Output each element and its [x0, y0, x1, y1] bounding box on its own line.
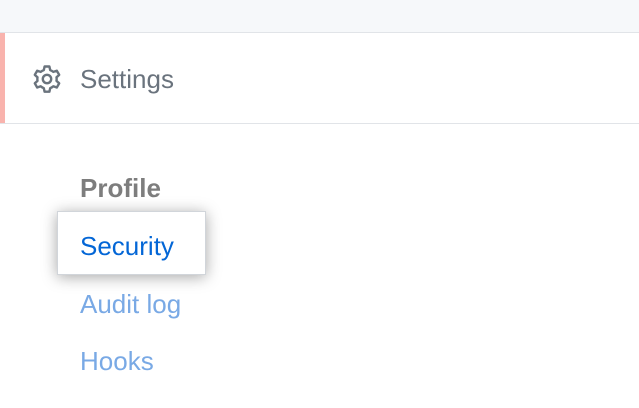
settings-nav: Profile Security Audit log Hooks	[0, 124, 639, 408]
top-strip	[0, 0, 639, 33]
settings-header: Settings	[0, 33, 639, 124]
page-title: Settings	[80, 64, 174, 94]
nav-item-audit-log[interactable]: Audit log	[80, 288, 181, 320]
nav-item-hooks[interactable]: Hooks	[80, 345, 154, 377]
gear-icon	[31, 63, 63, 95]
accent-bar	[0, 33, 5, 123]
nav-heading-profile: Profile	[80, 173, 161, 203]
nav-item-security[interactable]: Security	[80, 230, 174, 262]
